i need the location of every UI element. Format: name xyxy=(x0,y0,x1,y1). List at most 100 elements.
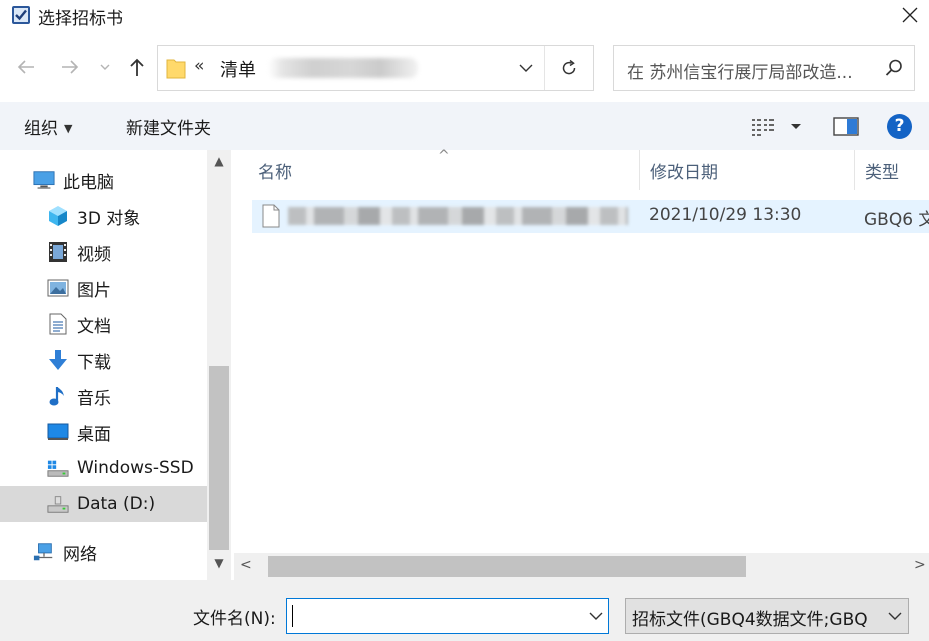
nav-item-label: 音乐 xyxy=(77,388,111,409)
up-button[interactable] xyxy=(124,54,150,80)
change-view-button[interactable] xyxy=(751,115,803,139)
folder-icon xyxy=(166,57,186,79)
address-history-button[interactable] xyxy=(508,46,544,90)
column-header-date[interactable]: 修改日期 xyxy=(650,150,718,190)
file-list: ^ 名称 修改日期 类型 2021/10/29 13:30 GBQ6 文 xyxy=(234,148,929,553)
file-type-filter[interactable]: 招标文件(GBQ4数据文件;GBQ xyxy=(625,598,909,634)
help-button[interactable]: ? xyxy=(887,114,912,139)
video-icon xyxy=(47,241,69,263)
nav-item-label: 桌面 xyxy=(77,424,111,445)
nav-item-this-pc[interactable]: 此电脑 xyxy=(0,162,207,198)
filename-input[interactable] xyxy=(286,598,609,634)
scroll-left-icon[interactable]: < xyxy=(240,557,252,573)
filter-dropdown-button[interactable] xyxy=(882,599,908,633)
back-button[interactable] xyxy=(13,54,39,80)
dialog-footer: 文件名(N): 招标文件(GBQ4数据文件;GBQ xyxy=(0,580,929,641)
filename-history-button[interactable] xyxy=(583,599,609,633)
nav-item-network[interactable]: 网络 xyxy=(0,534,207,570)
nav-item-documents[interactable]: 文档 xyxy=(0,306,207,342)
refresh-icon xyxy=(562,59,576,75)
title-bar xyxy=(0,0,929,32)
file-icon xyxy=(262,204,280,228)
horizontal-scroll-thumb[interactable] xyxy=(268,556,746,577)
nav-item-3d-objects[interactable]: 3D 对象 xyxy=(0,198,207,234)
text-cursor xyxy=(292,605,293,627)
arrow-up-icon xyxy=(130,58,144,76)
download-icon xyxy=(47,349,69,371)
scroll-up-icon[interactable]: ▲ xyxy=(207,154,231,174)
nav-item-label: 文档 xyxy=(77,316,111,337)
3d-objects-icon xyxy=(47,205,69,227)
column-header-name[interactable]: 名称 xyxy=(258,150,292,190)
breadcrumb-overflow[interactable]: « xyxy=(194,56,204,76)
nav-item-videos[interactable]: 视频 xyxy=(0,234,207,270)
horizontal-scrollbar[interactable]: < > xyxy=(234,553,929,580)
preview-pane-button[interactable] xyxy=(833,116,859,138)
nav-item-label: Data (D:) xyxy=(77,494,156,514)
organize-button[interactable]: 组织 ▼ xyxy=(24,114,72,139)
help-icon: ? xyxy=(894,116,905,136)
forward-button[interactable] xyxy=(57,54,83,80)
filename-label: 文件名(N): xyxy=(193,609,276,629)
nav-item-desktop[interactable]: 桌面 xyxy=(0,414,207,450)
column-divider[interactable] xyxy=(854,150,855,190)
nav-item-label: 视频 xyxy=(77,244,111,265)
nav-item-label: Windows-SSD xyxy=(77,458,194,478)
command-bar: 组织 ▼ 新建文件夹 ? xyxy=(0,102,929,150)
close-icon xyxy=(902,7,918,23)
address-bar[interactable]: « 清单 xyxy=(157,45,594,91)
nav-item-music[interactable]: 音乐 xyxy=(0,378,207,414)
chevron-down-icon xyxy=(100,64,110,70)
chevron-down-icon xyxy=(589,612,603,620)
redacted-file-name xyxy=(288,207,628,225)
organize-label: 组织 xyxy=(24,119,58,139)
nav-item-label: 下载 xyxy=(77,352,111,373)
drive-d-icon xyxy=(47,493,69,515)
search-icon[interactable] xyxy=(884,58,904,78)
nav-item-label: 图片 xyxy=(77,280,111,301)
nav-scrollbar[interactable]: ▲ ▼ xyxy=(207,150,231,580)
redacted-path xyxy=(268,58,418,78)
navigation-pane: 此电脑 3D 对象 视频 图片 文档 下载 音乐 桌面 Windows-SSD … xyxy=(0,150,231,580)
view-options-icon xyxy=(752,119,801,136)
window-title: 选择招标书 xyxy=(38,9,123,29)
sort-ascending-icon: ^ xyxy=(438,148,450,164)
app-icon xyxy=(11,5,31,25)
file-type-filter-value: 招标文件(GBQ4数据文件;GBQ xyxy=(632,610,868,630)
refresh-button[interactable] xyxy=(545,46,593,90)
network-icon xyxy=(33,541,55,563)
music-icon xyxy=(47,385,69,407)
nav-item-data-d[interactable]: Data (D:) xyxy=(0,486,207,522)
documents-icon xyxy=(47,313,69,335)
search-box[interactable]: 在 苏州信宝行展厅局部改造... xyxy=(613,45,915,91)
pc-icon xyxy=(33,169,55,191)
nav-item-label: 3D 对象 xyxy=(77,208,141,229)
arrow-right-icon xyxy=(62,60,79,74)
close-button[interactable] xyxy=(891,0,929,30)
file-row[interactable]: 2021/10/29 13:30 GBQ6 文 xyxy=(252,200,929,233)
pictures-icon xyxy=(47,277,69,299)
nav-item-downloads[interactable]: 下载 xyxy=(0,342,207,378)
scroll-right-icon[interactable]: > xyxy=(914,557,926,573)
chevron-down-icon xyxy=(519,64,533,72)
column-header-type[interactable]: 类型 xyxy=(865,150,899,190)
nav-item-label: 网络 xyxy=(63,544,97,565)
drive-c-icon xyxy=(47,457,69,479)
nav-item-windows-ssd[interactable]: Windows-SSD xyxy=(0,450,207,486)
arrow-left-icon xyxy=(17,60,34,74)
breadcrumb-current[interactable]: 清单 xyxy=(220,56,256,82)
file-type: GBQ6 文 xyxy=(864,210,929,230)
new-folder-button[interactable]: 新建文件夹 xyxy=(126,114,211,139)
nav-item-label: 此电脑 xyxy=(63,172,114,193)
nav-scroll-thumb[interactable] xyxy=(209,366,229,550)
file-modified-date: 2021/10/29 13:30 xyxy=(649,205,802,225)
desktop-icon xyxy=(47,421,69,443)
caret-down-icon: ▼ xyxy=(64,122,73,135)
recent-locations-button[interactable] xyxy=(96,58,114,76)
search-input[interactable]: 在 苏州信宝行展厅局部改造... xyxy=(627,58,853,83)
chevron-down-icon xyxy=(888,612,902,620)
column-divider[interactable] xyxy=(639,150,640,190)
nav-item-pictures[interactable]: 图片 xyxy=(0,270,207,306)
preview-pane-icon xyxy=(833,117,859,136)
scroll-down-icon[interactable]: ▼ xyxy=(207,556,231,576)
